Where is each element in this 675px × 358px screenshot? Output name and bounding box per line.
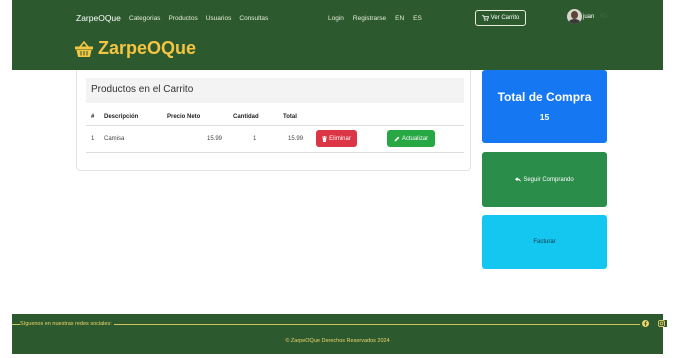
row-price: 15.99 xyxy=(207,136,223,142)
nav-login[interactable]: Login xyxy=(328,15,344,22)
column-header-description: Descripción xyxy=(104,114,139,120)
avatar[interactable] xyxy=(567,9,582,24)
cart-panel: Productos en el Carrito # Descripción Pr… xyxy=(76,70,471,171)
delete-label: Eliminar xyxy=(329,135,351,142)
invoice-button[interactable]: Facturar xyxy=(482,215,607,269)
lang-en[interactable]: EN xyxy=(395,15,404,22)
view-cart-button[interactable]: Ver Carrito xyxy=(475,10,526,26)
avatar-head xyxy=(571,11,578,19)
row-total: 15.99 xyxy=(288,136,304,142)
row-divider xyxy=(86,152,464,153)
nav-categorias[interactable]: Categorias xyxy=(129,15,160,22)
nav-right: Login Registrarse EN ES xyxy=(328,15,422,22)
delete-button[interactable]: Eliminar xyxy=(316,130,357,147)
instagram-icon[interactable] xyxy=(658,320,665,327)
username[interactable]: juan xyxy=(583,14,594,20)
row-number: 1 xyxy=(91,136,95,142)
column-header-number: # xyxy=(91,114,95,120)
total-label: Total de Compra xyxy=(497,90,592,104)
social-links xyxy=(640,320,667,327)
header: ZarpeOQue Categorias Productos Usuarios … xyxy=(12,0,663,70)
update-button[interactable]: Actualizar xyxy=(387,130,435,147)
nav-links: Categorias Productos Usuarios Consultas xyxy=(129,15,268,22)
page: ZarpeOQue Categorias Productos Usuarios … xyxy=(0,0,675,358)
invoice-label: Facturar xyxy=(533,239,556,245)
cart-header: Productos en el Carrito xyxy=(86,78,464,103)
navbar-brand[interactable]: ZarpeOQue xyxy=(76,13,121,23)
logo[interactable]: ZarpeOQue xyxy=(74,38,196,59)
pencil-icon xyxy=(394,136,400,141)
follow-text: Síguenos en nuestras redes sociales: xyxy=(20,321,114,327)
logo-text: ZarpeOQue xyxy=(98,38,197,58)
reply-arrow-icon xyxy=(515,177,522,182)
lang-es[interactable]: ES xyxy=(413,15,422,22)
username-suffix: XD xyxy=(599,14,608,20)
navbar: ZarpeOQue Categorias Productos Usuarios … xyxy=(12,0,663,38)
cart-icon xyxy=(481,15,489,21)
row-description: Camisa xyxy=(104,136,125,142)
cart-title: Productos en el Carrito xyxy=(91,84,194,95)
nav-productos[interactable]: Productos xyxy=(168,15,197,22)
view-cart-label: Ver Carrito xyxy=(490,15,520,21)
total-value: 15 xyxy=(539,112,550,122)
basket-icon xyxy=(75,40,93,57)
continue-shopping-button[interactable]: Seguir Comprando xyxy=(482,152,607,207)
avatar-body xyxy=(569,19,580,24)
column-header-total: Total xyxy=(283,114,297,120)
row-quantity: 1 xyxy=(253,136,257,142)
nav-consultas[interactable]: Consultas xyxy=(239,15,268,22)
nav-usuarios[interactable]: Usuarios xyxy=(206,15,232,22)
update-label: Actualizar xyxy=(401,135,429,142)
copyright: © ZarpeOQue Derechos Reservados 2024 xyxy=(285,338,390,344)
continue-shopping-label: Seguir Comprando xyxy=(523,176,574,183)
column-header-quantity: Cantidad xyxy=(233,114,259,120)
total-box: Total de Compra 15 xyxy=(482,70,607,143)
facebook-icon[interactable] xyxy=(642,320,649,327)
column-header-price: Precio Neto xyxy=(167,114,201,120)
trash-icon xyxy=(322,135,328,142)
footer: Síguenos en nuestras redes sociales: © Z… xyxy=(12,314,667,354)
header-divider xyxy=(86,125,464,126)
nav-registrarse[interactable]: Registrarse xyxy=(353,15,386,22)
